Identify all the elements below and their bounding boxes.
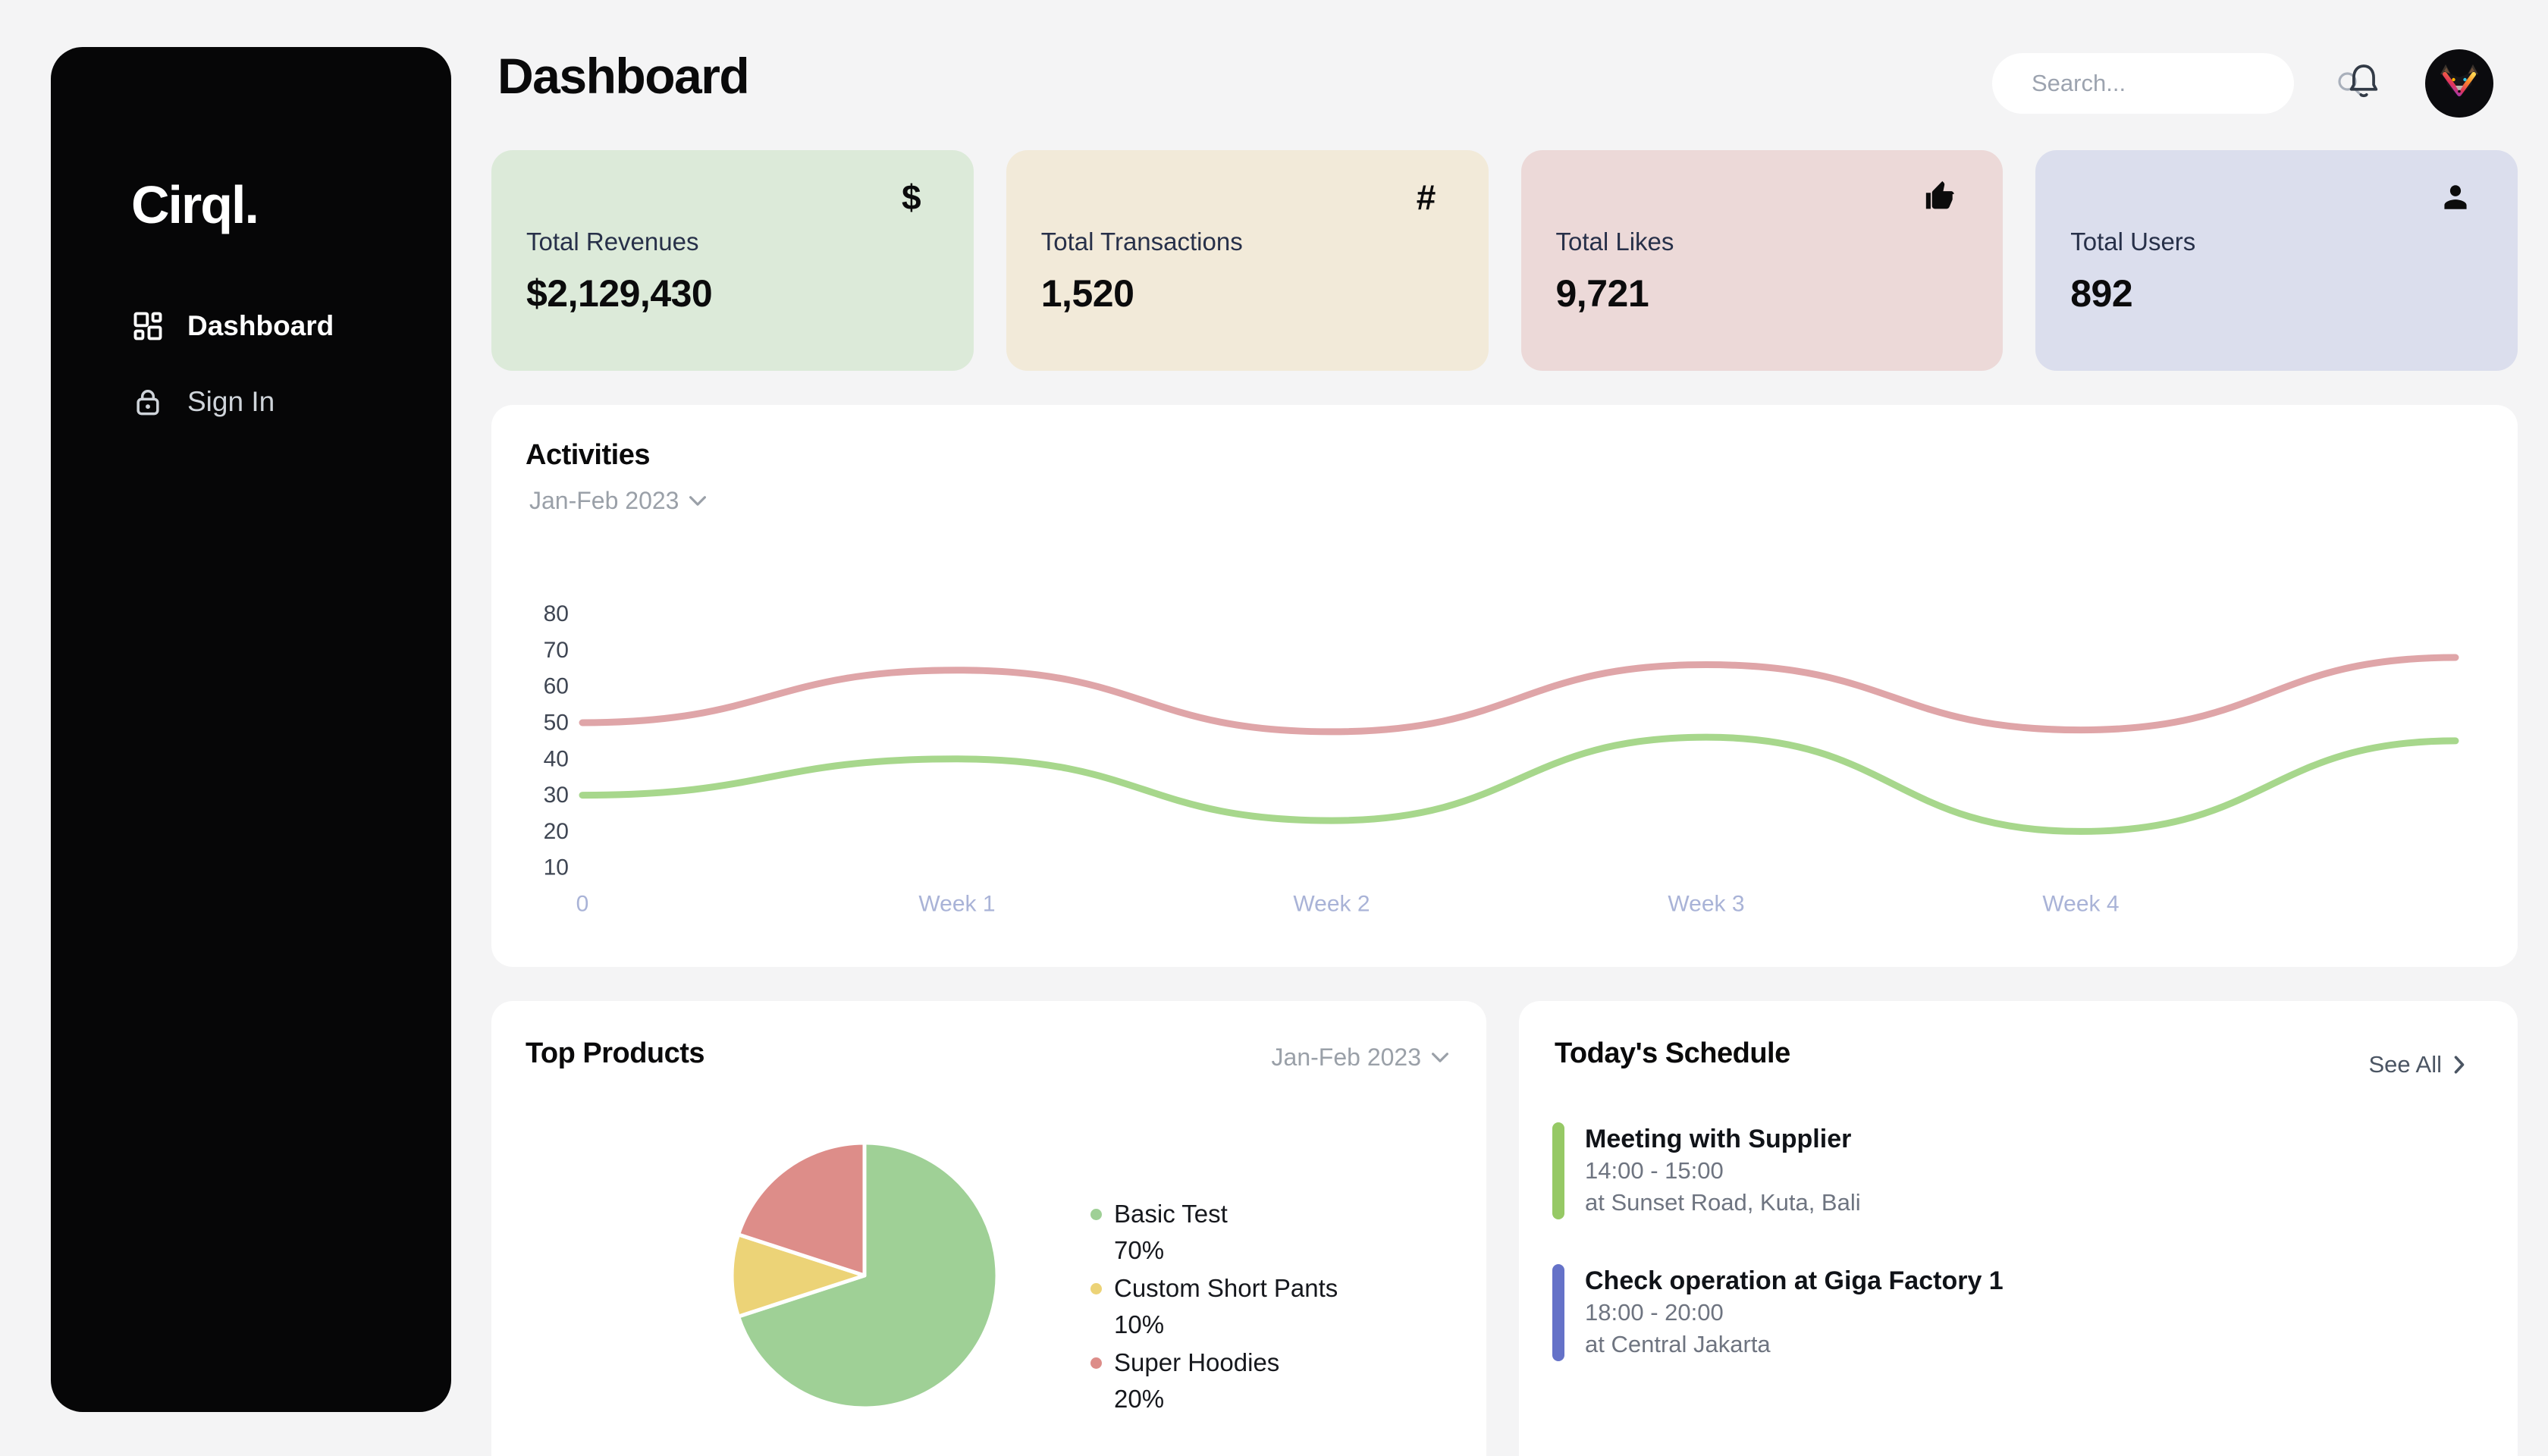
schedule-title: Today's Schedule [1555,1037,1790,1070]
lock-icon [131,385,165,419]
schedule-item-location: at Sunset Road, Kuta, Bali [1585,1187,1861,1219]
bottom-row: Top Products Jan-Feb 2023 Basic Test 70% [491,1001,2518,1456]
dashboard-page: Cirql. Dashboard [0,0,2548,1456]
svg-text:70: 70 [544,638,569,663]
schedule-item-time: 14:00 - 15:00 [1585,1155,1861,1187]
legend-dot [1090,1209,1102,1220]
svg-text:Week 1: Week 1 [918,892,995,917]
legend-dot [1090,1357,1102,1369]
schedule-item[interactable]: Check operation at Giga Factory 1 18:00 … [1552,1264,2004,1361]
svg-text:30: 30 [544,783,569,808]
activities-card: Activities Jan-Feb 2023 1020304050607080… [491,405,2518,967]
legend-item: Custom Short Pants 10% [1090,1270,1338,1343]
svg-text:60: 60 [544,674,569,699]
activities-line-chart: 10 20 30 40 50 60 70 80 0 Week 1 Week 2 Week 3 Week … [491,405,2518,967]
legend-value: 70% [1090,1232,1338,1269]
chevron-right-icon [2454,1056,2465,1074]
stat-value: 892 [2070,271,2132,315]
legend-value: 20% [1090,1381,1338,1417]
svg-text:80: 80 [544,601,569,626]
app-logo: Cirql. [131,174,258,235]
pie-legend: Basic Test 70% Custom Short Pants 10% [1090,1196,1338,1419]
sidebar-item-label: Sign In [187,386,275,418]
main-content: Dashboard [491,0,2518,1456]
dollar-icon: $ [892,177,931,217]
svg-text:Week 4: Week 4 [2042,892,2119,917]
search-input[interactable] [2032,70,2334,97]
stat-label: Total Users [2070,228,2195,256]
stat-value: 9,721 [1556,271,1649,315]
svg-text:Week 3: Week 3 [1668,892,1744,917]
search-box[interactable] [1992,53,2294,114]
page-title: Dashboard [497,47,748,105]
see-all-button[interactable]: See All [2368,1051,2465,1078]
schedule-item-bar [1552,1264,1564,1361]
svg-text:50: 50 [544,711,569,736]
schedule-card: Today's Schedule See All Meeting with Su… [1519,1001,2518,1456]
schedule-item[interactable]: Meeting with Supplier 14:00 - 15:00 at S… [1552,1122,1861,1219]
schedule-item-bar [1552,1122,1564,1219]
avatar-wolf-icon [2424,49,2494,118]
stat-value: 1,520 [1041,271,1134,315]
schedule-item-time: 18:00 - 20:00 [1585,1297,2004,1329]
stat-card-total-revenues: $ Total Revenues $2,129,430 [491,150,974,371]
stat-card-total-likes: Total Likes 9,721 [1521,150,2004,371]
stat-card-total-transactions: # Total Transactions 1,520 [1006,150,1489,371]
svg-text:20: 20 [544,819,569,844]
top-products-card: Top Products Jan-Feb 2023 Basic Test 70% [491,1001,1486,1456]
svg-text:Week 2: Week 2 [1293,892,1370,917]
sidebar-nav: Dashboard Sign In [51,288,451,440]
stat-value: $2,129,430 [526,271,712,315]
schedule-item-location: at Central Jakarta [1585,1329,2004,1360]
svg-text:10: 10 [544,855,569,880]
legend-item: Basic Test 70% [1090,1196,1338,1269]
see-all-label: See All [2368,1051,2442,1078]
notifications-button[interactable] [2342,61,2385,103]
dashboard-grid-icon [131,309,165,343]
stat-label: Total Transactions [1041,228,1243,256]
legend-label: Basic Test [1114,1200,1228,1228]
hash-icon: # [1407,177,1446,217]
user-icon [2436,177,2475,217]
sidebar-item-label: Dashboard [187,310,334,342]
avatar[interactable] [2424,49,2494,118]
legend-item: Super Hoodies 20% [1090,1345,1338,1417]
stat-label: Total Revenues [526,228,698,256]
svg-text:40: 40 [544,746,569,771]
legend-label: Custom Short Pants [1114,1274,1338,1303]
svg-text:0: 0 [576,892,589,917]
thumbs-up-icon [1921,177,1960,217]
sidebar-item-signin[interactable]: Sign In [51,364,451,440]
legend-value: 10% [1090,1307,1338,1343]
sidebar-item-dashboard[interactable]: Dashboard [51,288,451,364]
stat-label: Total Likes [1556,228,1674,256]
sidebar: Cirql. Dashboard [51,47,451,1412]
stat-card-total-users: Total Users 892 [2035,150,2518,371]
stats-row: $ Total Revenues $2,129,430 # Total Tran… [491,150,2518,371]
schedule-item-title: Check operation at Giga Factory 1 [1585,1265,2004,1297]
legend-dot [1090,1283,1102,1294]
schedule-item-title: Meeting with Supplier [1585,1123,1861,1155]
legend-label: Super Hoodies [1114,1348,1279,1377]
bell-icon [2342,61,2385,103]
